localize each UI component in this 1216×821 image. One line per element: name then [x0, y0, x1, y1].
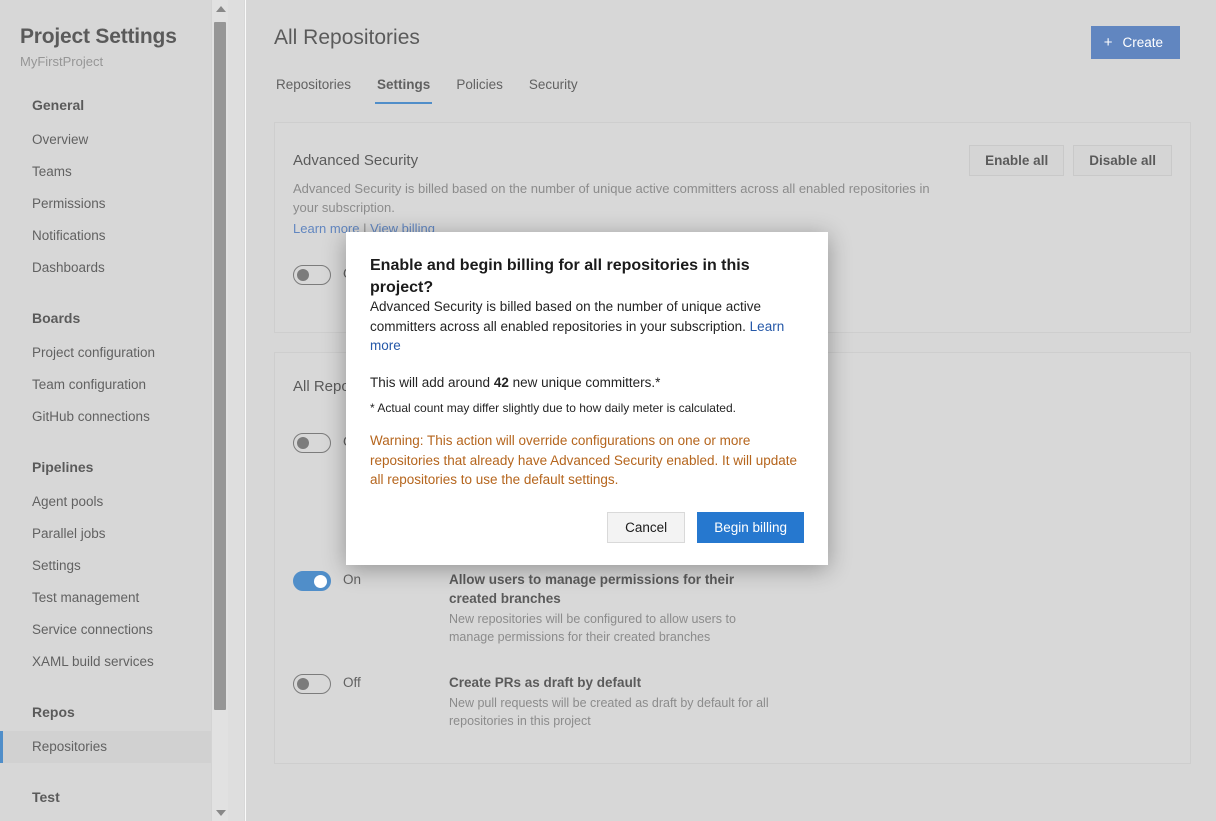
begin-billing-button[interactable]: Begin billing	[697, 512, 804, 543]
app-root: Project Settings MyFirstProject General …	[0, 0, 1216, 821]
billing-confirmation-dialog: Enable and begin billing for all reposit…	[346, 232, 828, 565]
dialog-body-sentence: Advanced Security is billed based on the…	[370, 299, 761, 334]
dialog-footnote: * Actual count may differ slightly due t…	[370, 399, 806, 417]
dialog-body-text: Advanced Security is billed based on the…	[370, 297, 798, 356]
cancel-button[interactable]: Cancel	[607, 512, 685, 543]
dialog-warning-text: Warning: This action will override confi…	[370, 431, 802, 490]
committer-count-value: 42	[494, 375, 509, 390]
committer-count-suffix: new unique committers.*	[509, 375, 661, 390]
committer-count-prefix: This will add around	[370, 375, 494, 390]
dialog-actions: Cancel Begin billing	[607, 512, 804, 543]
dialog-committer-count: This will add around 42 new unique commi…	[370, 373, 806, 392]
dialog-title: Enable and begin billing for all reposit…	[370, 255, 804, 299]
